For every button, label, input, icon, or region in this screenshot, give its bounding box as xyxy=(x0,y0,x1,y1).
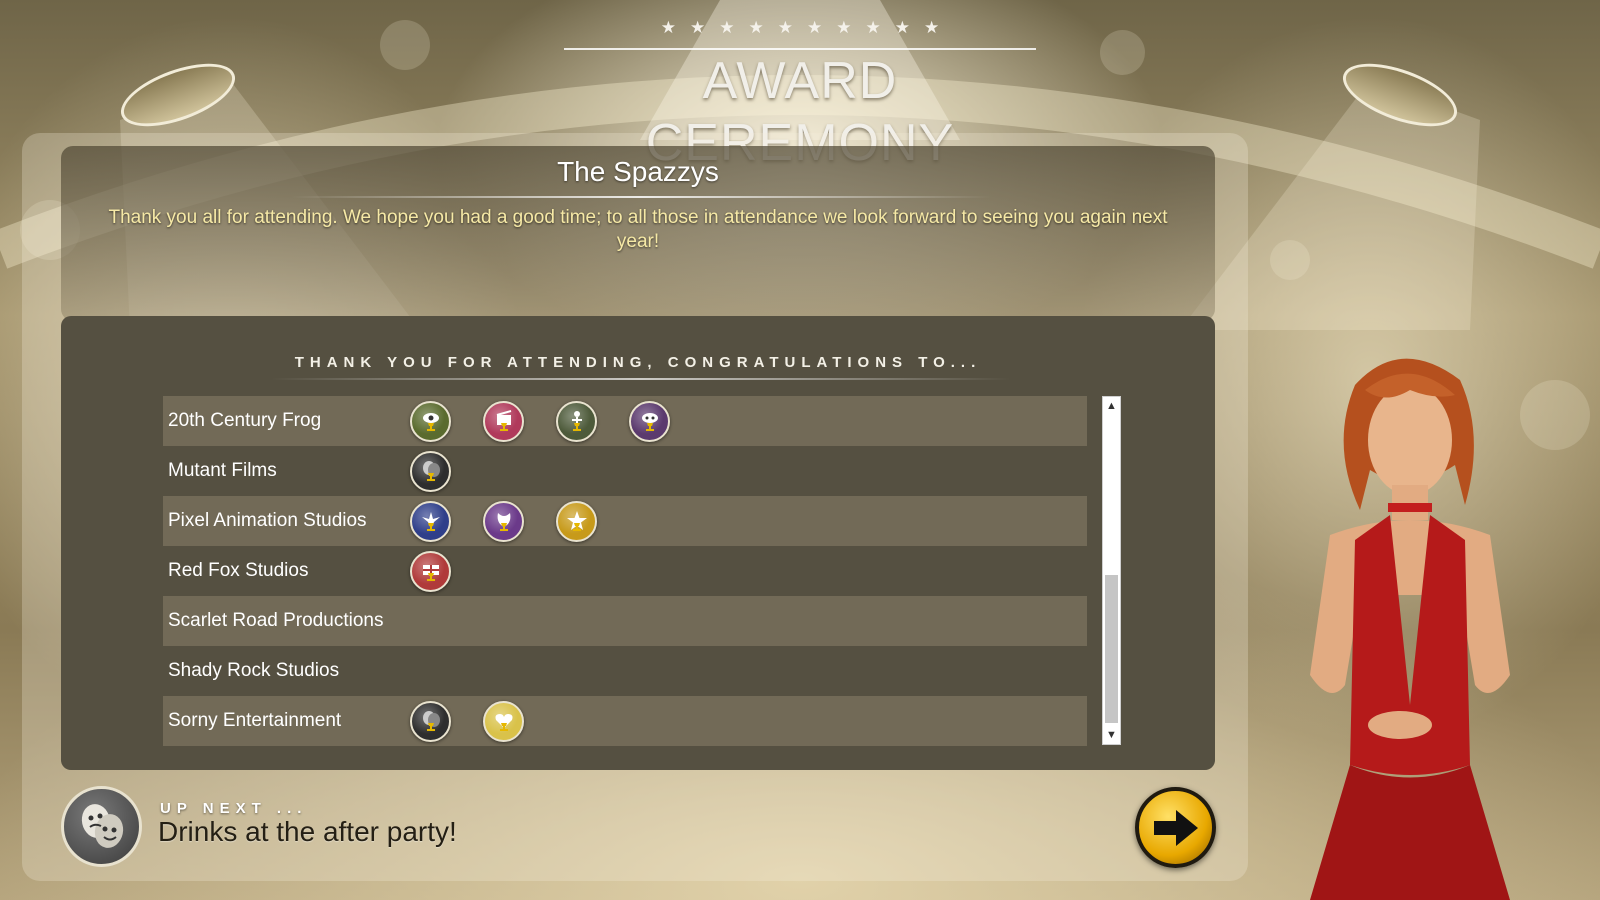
studio-name: Sorny Entertainment xyxy=(168,710,342,731)
studio-name: Mutant Films xyxy=(168,460,277,481)
arrow-right-icon xyxy=(1153,809,1198,846)
star-icon: ★ xyxy=(777,18,793,37)
studio-name: Scarlet Road Productions xyxy=(168,610,384,631)
continue-button[interactable] xyxy=(1135,787,1216,868)
award-badges xyxy=(410,500,597,542)
studio-row: Shady Rock Studios xyxy=(163,646,1087,696)
theatre-masks-award-icon[interactable] xyxy=(410,700,451,742)
star-award-icon[interactable] xyxy=(556,500,597,542)
right-spotlight xyxy=(1335,50,1465,140)
ceremony-divider xyxy=(291,196,991,198)
figure-award-icon[interactable] xyxy=(556,400,597,442)
studio-name: Shady Rock Studios xyxy=(168,660,340,681)
clapperboard-award-icon[interactable] xyxy=(483,400,524,442)
studio-list: 20th Century Frog Mutant Films Pixel Anima… xyxy=(163,396,1087,746)
studio-name: Red Fox Studios xyxy=(168,560,309,581)
ceremony-name: The Spazzys xyxy=(557,156,719,187)
studio-row: Red Fox Studios xyxy=(163,546,1087,596)
star-icon: ★ xyxy=(924,18,940,37)
star-icon: ★ xyxy=(836,18,852,37)
award-badges xyxy=(410,400,670,442)
studio-name: Pixel Animation Studios xyxy=(168,510,367,531)
flag-award-icon[interactable] xyxy=(410,550,451,592)
studio-row: Sorny Entertainment xyxy=(163,696,1087,746)
ceremony-info-card: The Spazzys Thank you all for attending.… xyxy=(61,146,1215,321)
star-row: ★ ★ ★ ★ ★ ★ ★ ★ ★ ★ xyxy=(560,18,1040,44)
up-next-label: UP NEXT ... xyxy=(160,800,308,817)
star-icon: ★ xyxy=(690,18,706,37)
star-icon: ★ xyxy=(865,18,881,37)
studio-row: Pixel Animation Studios xyxy=(163,496,1087,546)
ceremony-message: Thank you all for attending. We hope you… xyxy=(108,207,1168,252)
theatre-masks-icon xyxy=(61,786,142,867)
scroll-thumb[interactable] xyxy=(1105,575,1118,723)
list-scrollbar[interactable]: ▲ ▼ xyxy=(1102,396,1121,745)
star-icon: ★ xyxy=(719,18,735,37)
fairy-award-icon[interactable] xyxy=(410,500,451,542)
scroll-down-button[interactable]: ▼ xyxy=(1103,726,1120,744)
award-badges xyxy=(410,550,451,592)
studio-row: Scarlet Road Productions xyxy=(163,596,1087,646)
studio-row: 20th Century Frog xyxy=(163,396,1087,446)
star-icon: ★ xyxy=(660,18,676,37)
heart-award-icon[interactable] xyxy=(483,700,524,742)
congratulations-heading: THANK YOU FOR ATTENDING, CONGRATULATIONS… xyxy=(294,354,982,371)
award-badges xyxy=(410,450,451,492)
up-next-event: Drinks at the after party! xyxy=(158,816,457,847)
left-spotlight xyxy=(113,50,243,140)
theatre-masks-award-icon[interactable] xyxy=(410,450,451,492)
hostess-character xyxy=(1310,358,1510,900)
star-icon: ★ xyxy=(894,18,910,37)
eye-award-icon[interactable] xyxy=(410,400,451,442)
scroll-up-button[interactable]: ▲ xyxy=(1103,397,1120,415)
studio-row: Mutant Films xyxy=(163,446,1087,496)
award-badges xyxy=(410,700,524,742)
star-icon: ★ xyxy=(748,18,764,37)
mask-award-icon[interactable] xyxy=(629,400,670,442)
studio-name: 20th Century Frog xyxy=(168,410,322,431)
creature-award-icon[interactable] xyxy=(483,500,524,542)
congratulations-divider xyxy=(271,378,1011,380)
congratulations-card: THANK YOU FOR ATTENDING, CONGRATULATIONS… xyxy=(61,316,1215,770)
star-icon: ★ xyxy=(807,18,823,37)
